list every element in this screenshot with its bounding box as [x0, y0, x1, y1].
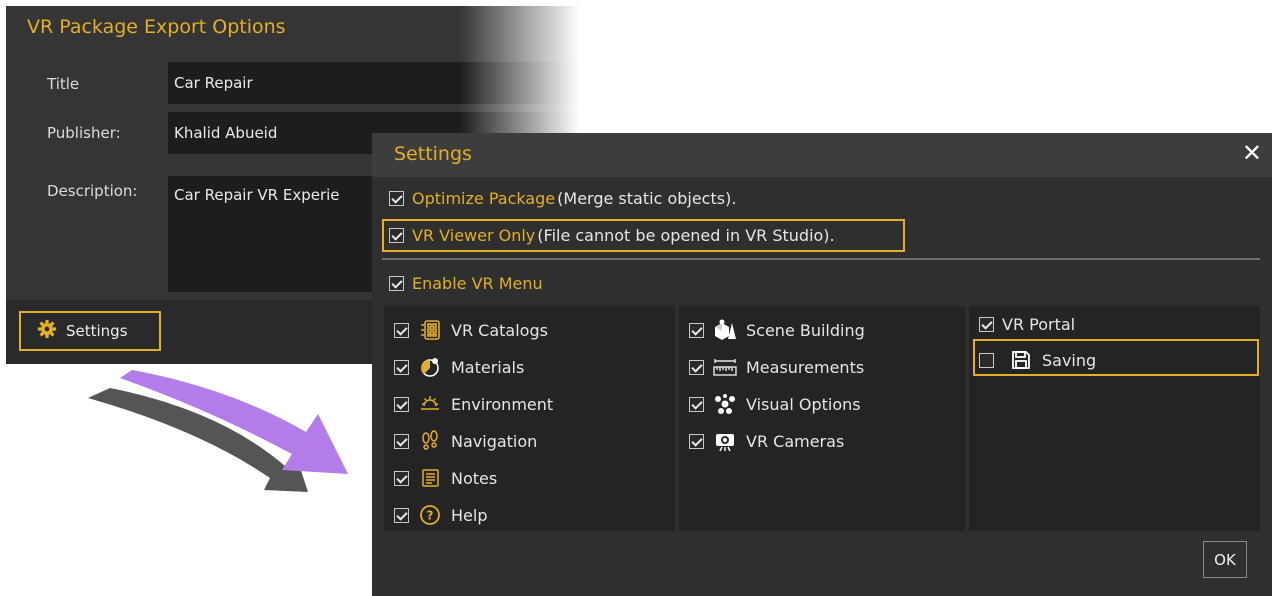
- settings-button-label: Settings: [66, 322, 128, 340]
- visual-options-icon: [712, 392, 738, 416]
- camera-icon: [712, 429, 738, 453]
- notes-icon: [417, 466, 443, 490]
- footprints-icon: [417, 429, 443, 453]
- vr-viewer-only-checkbox[interactable]: [389, 228, 404, 243]
- vr-portal-label: VR Portal: [1002, 315, 1076, 334]
- optimize-package-option[interactable]: Optimize Package (Merge static objects).: [389, 189, 736, 208]
- gear-icon: [37, 319, 57, 343]
- menu-item-visual-options[interactable]: Visual Options: [689, 392, 861, 416]
- scene-building-label: Scene Building: [746, 320, 865, 340]
- optimize-package-note: (Merge static objects).: [557, 189, 737, 208]
- title-input[interactable]: Car Repair: [168, 62, 580, 104]
- navigation-label: Navigation: [451, 431, 538, 451]
- enable-vr-menu-label: Enable VR Menu: [412, 274, 543, 293]
- menu-item-environment[interactable]: Environment: [394, 392, 553, 416]
- menu-column-2: Scene Building Measurements Visual Optio…: [679, 306, 965, 531]
- menu-item-saving[interactable]: Saving: [979, 348, 1096, 372]
- settings-title: Settings: [394, 143, 472, 165]
- description-label: Description:: [47, 182, 138, 200]
- menu-column-1: VR Catalogs Materials Environment Naviga…: [384, 306, 685, 531]
- help-circle-icon: ?: [417, 503, 443, 527]
- transition-arrow-icon: [88, 370, 348, 492]
- menu-item-vr-catalogs[interactable]: VR Catalogs: [394, 318, 548, 342]
- help-label: Help: [451, 505, 488, 525]
- optimize-package-checkbox[interactable]: [389, 191, 404, 206]
- close-button[interactable]: ✕: [1242, 139, 1262, 167]
- publisher-label: Publisher:: [47, 124, 121, 142]
- divider: [382, 258, 1260, 260]
- settings-button[interactable]: Settings: [19, 311, 161, 351]
- menu-item-vr-cameras[interactable]: VR Cameras: [689, 429, 844, 453]
- menu-item-notes[interactable]: Notes: [394, 466, 497, 490]
- environment-label: Environment: [451, 394, 554, 414]
- title-label: Title: [47, 75, 80, 93]
- vr-cameras-label: VR Cameras: [746, 431, 845, 451]
- export-window-title: VR Package Export Options: [27, 16, 286, 38]
- visual-options-label: Visual Options: [746, 394, 861, 414]
- visual-options-checkbox[interactable]: [689, 396, 704, 412]
- menu-item-scene-building[interactable]: Scene Building: [689, 318, 865, 342]
- materials-label: Materials: [451, 357, 525, 377]
- materials-checkbox[interactable]: [394, 359, 409, 375]
- vr-viewer-only-option[interactable]: VR Viewer Only (File cannot be opened in…: [389, 226, 835, 245]
- help-checkbox[interactable]: [394, 507, 409, 523]
- menu-column-3: VR Portal Saving: [969, 306, 1260, 531]
- materials-sphere-icon: [417, 355, 443, 379]
- floppy-disk-icon: [1008, 348, 1034, 372]
- vr-catalogs-checkbox[interactable]: [394, 322, 409, 338]
- saving-checkbox[interactable]: [979, 352, 994, 368]
- menu-item-vr-portal[interactable]: VR Portal: [979, 315, 1075, 334]
- enable-vr-menu-checkbox[interactable]: [389, 276, 404, 291]
- navigation-checkbox[interactable]: [394, 433, 409, 449]
- menu-item-materials[interactable]: Materials: [394, 355, 524, 379]
- menu-item-help[interactable]: ? Help: [394, 503, 487, 527]
- vr-cameras-checkbox[interactable]: [689, 433, 704, 449]
- ok-button[interactable]: OK: [1203, 541, 1247, 578]
- vr-catalogs-label: VR Catalogs: [451, 320, 548, 340]
- settings-dialog: Settings ✕ Optimize Package (Merge stati…: [372, 133, 1272, 596]
- notes-label: Notes: [451, 468, 498, 488]
- menu-item-measurements[interactable]: Measurements: [689, 355, 864, 379]
- ruler-icon: [712, 355, 738, 379]
- vr-portal-checkbox[interactable]: [979, 317, 994, 332]
- vr-viewer-only-note: (File cannot be opened in VR Studio).: [537, 226, 835, 245]
- environment-checkbox[interactable]: [394, 396, 409, 412]
- vr-viewer-only-label: VR Viewer Only: [412, 226, 536, 245]
- measurements-checkbox[interactable]: [689, 359, 704, 375]
- enable-vr-menu-option[interactable]: Enable VR Menu: [389, 274, 543, 293]
- scene-building-checkbox[interactable]: [689, 322, 704, 338]
- optimize-package-label: Optimize Package: [412, 189, 556, 208]
- settings-header: Settings ✕: [372, 133, 1272, 177]
- saving-label: Saving: [1042, 350, 1097, 370]
- catalog-grid-icon: [417, 318, 443, 342]
- shapes-icon: [712, 318, 738, 342]
- measurements-label: Measurements: [746, 357, 865, 377]
- notes-checkbox[interactable]: [394, 470, 409, 486]
- menu-item-navigation[interactable]: Navigation: [394, 429, 537, 453]
- sun-icon: [417, 392, 443, 416]
- svg-text:?: ?: [427, 509, 434, 523]
